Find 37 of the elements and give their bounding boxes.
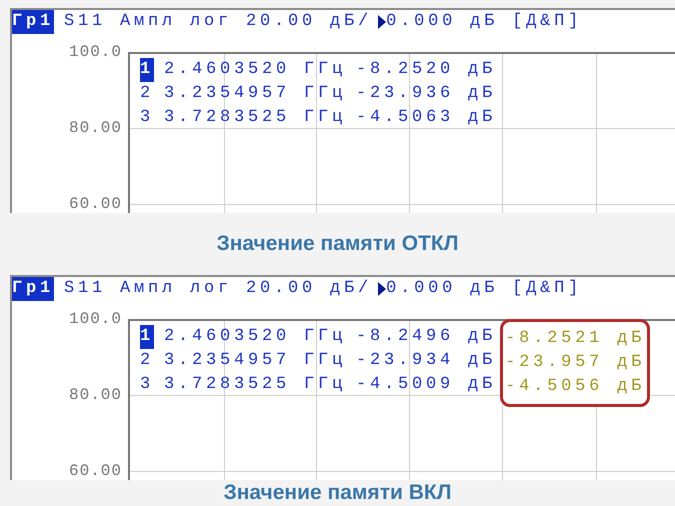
memory-value: -8.2521 дБ: [505, 328, 646, 350]
marker-number[interactable]: 2: [140, 82, 154, 106]
scale-text: S11 Ампл лог 20.00 дБ/: [64, 11, 372, 33]
marker-value: -8.2496 дБ: [356, 326, 496, 348]
axis-label: 80.00: [68, 118, 122, 138]
marker-number[interactable]: 2: [140, 349, 154, 373]
caption: Значение памяти ОТКЛ: [216, 231, 458, 257]
axis-label: 60.00: [68, 194, 122, 213]
channel-label[interactable]: Гр1: [12, 277, 54, 301]
marker-number[interactable]: 3: [140, 373, 154, 397]
marker-frequency: 3.7283525 ГГц: [164, 107, 346, 129]
reference-text: 0.000 дБ [Д&П]: [386, 11, 582, 33]
reference-triangle-icon: [378, 282, 386, 296]
marker-frequency: 3.2354957 ГГц: [164, 350, 346, 372]
marker-value: -4.5063 дБ: [356, 107, 496, 129]
marker-number[interactable]: 3: [140, 106, 154, 130]
scale-text: S11 Ампл лог 20.00 дБ/: [64, 278, 372, 300]
axis-label: 100.0: [68, 309, 122, 329]
marker-number[interactable]: 1: [140, 58, 154, 82]
caption: Значение памяти ВКЛ: [224, 480, 452, 506]
marker-frequency: 3.2354957 ГГц: [164, 83, 346, 105]
marker-value: -23.934 дБ: [356, 350, 496, 372]
memory-value: -4.5056 дБ: [505, 376, 646, 398]
reference-text: 0.000 дБ [Д&П]: [386, 278, 582, 300]
marker-value: -23.936 дБ: [356, 83, 496, 105]
marker-value: -4.5009 дБ: [356, 374, 496, 396]
axis-label: 60.00: [68, 461, 122, 480]
axis-label: 80.00: [68, 385, 122, 405]
marker-frequency: 2.4603520 ГГц: [164, 326, 346, 348]
channel-label[interactable]: Гр1: [12, 10, 54, 34]
marker-frequency: 3.7283525 ГГц: [164, 374, 346, 396]
memory-value: -23.957 дБ: [505, 352, 646, 374]
marker-frequency: 2.4603520 ГГц: [164, 59, 346, 81]
marker-value: -8.2520 дБ: [356, 59, 496, 81]
marker-number[interactable]: 1: [140, 325, 154, 349]
axis-label: 100.0: [68, 42, 122, 62]
reference-triangle-icon: [378, 15, 386, 29]
